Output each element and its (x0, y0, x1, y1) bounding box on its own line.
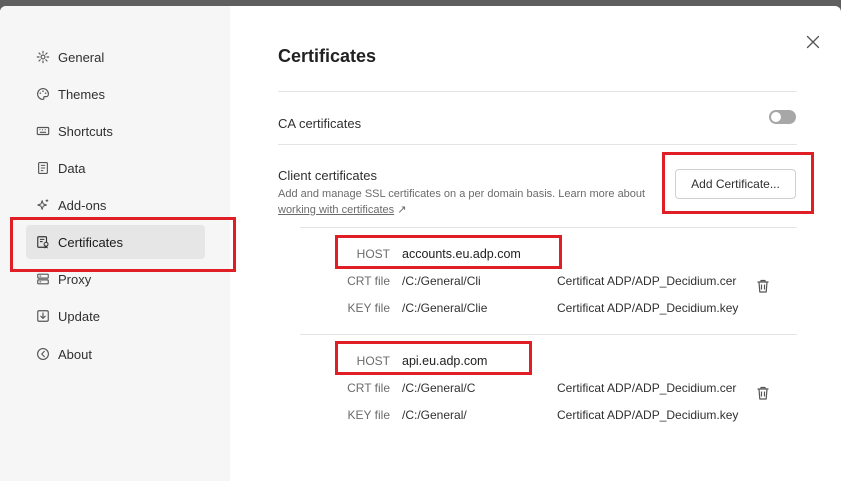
close-button[interactable] (803, 32, 823, 52)
host-label: HOST (356, 354, 390, 368)
key-file-path-start: /C:/General/Clie (402, 301, 488, 315)
sidebar-item-label: Data (58, 160, 86, 176)
download-icon (36, 309, 50, 323)
crt-file-path-start: /C:/General/Cli (402, 274, 481, 288)
client-certificates-description: Add and manage SSL certificates on a per… (278, 186, 648, 218)
sidebar-item-label: Proxy (58, 271, 92, 287)
proxy-icon (36, 272, 50, 286)
key-file-path-end: Certificat ADP/ADP_Decidium.key (557, 408, 739, 422)
sidebar-item-shortcuts[interactable]: Shortcuts (26, 114, 205, 148)
crt-file-path-start: /C:/General/C (402, 381, 476, 395)
gear-icon (36, 50, 50, 64)
divider (278, 144, 797, 145)
sidebar-item-label: Add-ons (58, 197, 107, 213)
key-file-label: KEY file (347, 408, 390, 422)
sidebar-item-label: Themes (58, 86, 105, 102)
keyboard-icon (36, 124, 50, 138)
sidebar-item-data[interactable]: Data (26, 151, 205, 185)
trash-icon (757, 279, 769, 293)
palette-icon (36, 87, 50, 101)
crt-file-path-end: Certificat ADP/ADP_Decidium.cer (557, 381, 737, 395)
sidebar-item-label: Certificates (58, 234, 124, 250)
sidebar-item-proxy[interactable]: Proxy (26, 262, 205, 296)
close-icon (806, 35, 820, 49)
sidebar-item-about[interactable]: About (26, 337, 205, 371)
external-link-icon: ↗ (397, 204, 407, 216)
page-title: Certificates (278, 46, 377, 66)
key-file-path-end: Certificat ADP/ADP_Decidium.key (557, 301, 739, 315)
sidebar-item-label: Shortcuts (58, 123, 113, 139)
sidebar-item-add-ons[interactable]: Add-ons (26, 188, 205, 222)
info-icon (36, 347, 50, 361)
key-file-path-start: /C:/General/ (402, 408, 467, 422)
sidebar-item-label: General (58, 49, 105, 65)
sidebar-item-label: About (58, 346, 92, 362)
ca-certificates-label: CA certificates (278, 116, 362, 131)
divider (300, 334, 797, 335)
divider (300, 227, 797, 228)
sidebar-item-themes[interactable]: Themes (26, 77, 205, 111)
trash-icon (757, 386, 769, 400)
toggle-knob (771, 112, 781, 122)
sidebar-item-general[interactable]: General (26, 40, 205, 74)
sparkle-icon (36, 198, 50, 212)
host-value: api.eu.adp.com (402, 354, 488, 368)
ca-certificates-toggle[interactable] (769, 110, 796, 124)
settings-window: General Themes Shortcuts Data Add-ons Ce… (0, 6, 841, 481)
delete-certificate-button[interactable] (755, 385, 771, 401)
host-label: HOST (356, 247, 390, 261)
client-certificates-title: Client certificates (278, 168, 377, 183)
add-certificate-button[interactable]: Add Certificate... (675, 169, 796, 199)
sidebar-item-label: Update (58, 308, 100, 324)
crt-file-label: CRT file (347, 274, 390, 288)
description-text: Add and manage SSL certificates on a per… (278, 188, 646, 200)
working-with-certificates-link[interactable]: working with certificates (278, 204, 394, 216)
crt-file-label: CRT file (347, 381, 390, 395)
divider (278, 91, 797, 92)
delete-certificate-button[interactable] (755, 278, 771, 294)
crt-file-path-end: Certificat ADP/ADP_Decidium.cer (557, 274, 737, 288)
key-file-label: KEY file (347, 301, 390, 315)
settings-sidebar: General Themes Shortcuts Data Add-ons Ce… (0, 6, 230, 481)
data-icon (36, 161, 50, 175)
sidebar-item-certificates[interactable]: Certificates (26, 225, 205, 259)
sidebar-item-update[interactable]: Update (26, 299, 205, 333)
certificate-icon (36, 235, 50, 249)
host-value: accounts.eu.adp.com (402, 247, 521, 261)
